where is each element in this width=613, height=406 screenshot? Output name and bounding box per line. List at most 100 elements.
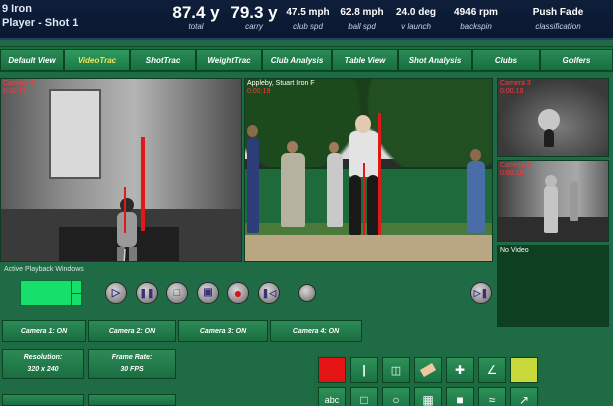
arrow-icon: ↗ (518, 393, 530, 406)
stats-bar: 9 Iron Player - Shot 1 87.4 y total 79.3… (0, 0, 613, 40)
text-tool[interactable]: abc (318, 387, 346, 406)
video-pane-empty[interactable]: No Video (497, 245, 609, 327)
camera-3-status[interactable]: Camera 3: ON (178, 320, 268, 342)
stat-club-speed-label: club spd (293, 22, 323, 31)
camera-4-status[interactable]: Camera 4: ON (270, 320, 362, 342)
tab-videotrac[interactable]: VideoTrac (64, 49, 130, 71)
text-tool-label: abc (324, 395, 340, 405)
playback-window-selector[interactable] (20, 280, 83, 307)
angle-icon: ∠ (486, 363, 498, 377)
pane-caption: Camera 3 0:00.19 (500, 80, 531, 96)
tab-shottrac[interactable]: ShotTrac (130, 49, 196, 71)
swing-plane-line (141, 137, 145, 231)
stat-total-label: total (188, 22, 204, 31)
tab-weighttrac[interactable]: WeightTrac (196, 49, 262, 71)
rewind-button[interactable]: ❚◁ (258, 282, 280, 304)
trash-icon: ◫ (390, 364, 402, 377)
camera-2-status[interactable]: Camera 2: ON (88, 320, 176, 342)
resolution-value: 320 x 240 (27, 366, 59, 373)
golfer-side-head (545, 175, 557, 187)
line-tool[interactable]: | (350, 357, 378, 383)
color-red-swatch[interactable] (318, 357, 346, 383)
stat-club-speed: 47.5 mph club spd (284, 4, 332, 31)
disk-icon: ▣ (203, 287, 213, 298)
stat-ball-speed: 62.8 mph ball spd (338, 4, 386, 31)
trash-tool[interactable]: ◫ (382, 357, 410, 383)
resolution-title: Resolution: (23, 354, 63, 361)
stop-icon: □ (173, 286, 181, 299)
grid-tool[interactable]: ▦ (414, 387, 442, 406)
next-button[interactable]: ▷❚ (470, 282, 492, 304)
marker-button[interactable] (298, 284, 316, 302)
circle-tool[interactable]: ○ (382, 387, 410, 406)
tab-clubs[interactable]: Clubs (472, 49, 540, 71)
stat-ball-speed-value: 62.8 mph (340, 7, 384, 18)
curve-icon: ≈ (488, 393, 496, 406)
pane-title: Camera 4 (3, 80, 34, 87)
tab-default-view[interactable]: Default View (0, 49, 64, 71)
pause-button[interactable]: ❚❚ (136, 282, 158, 304)
next-icon: ▷❚ (473, 287, 489, 298)
crosshair-icon: ✚ (454, 363, 466, 377)
selector-divider (71, 281, 72, 307)
extra-setting-1[interactable] (2, 394, 84, 406)
fill-icon: ■ (456, 393, 464, 406)
rewind-icon: ❚◁ (261, 287, 277, 298)
club-name: 9 Iron (2, 3, 32, 15)
stat-club-speed-value: 47.5 mph (286, 7, 330, 18)
spectator-3 (327, 153, 343, 227)
line-icon: | (362, 363, 366, 377)
stat-classification-value: Push Fade (532, 7, 584, 18)
golfer-leg-left (349, 175, 361, 235)
tab-club-analysis[interactable]: Club Analysis (262, 49, 332, 71)
video-pane-camera-1[interactable]: Camera 1 0:00.19 (497, 160, 609, 242)
video-pane-main[interactable]: Appleby, Stuart Iron F 0:00.19 (244, 78, 493, 262)
stat-launch-label: v launch (401, 22, 431, 31)
spectator-left-head (247, 125, 258, 137)
shot-info: 9 Iron Player - Shot 1 (2, 2, 78, 30)
tab-table-view[interactable]: Table View (332, 49, 398, 71)
camera-1-status[interactable]: Camera 1: ON (2, 320, 86, 342)
drawing-toolbar: | ◫ ✚ ∠ abc □ ○ ▦ ■ ≈ ↗ (314, 355, 540, 406)
video-pane-camera-4[interactable]: Camera 4 0:00.19 (0, 78, 242, 262)
circle-icon: ○ (392, 393, 400, 406)
play-button[interactable]: ▷ (105, 282, 127, 304)
record-button[interactable]: ● (227, 282, 249, 304)
pane-title: Camera 1 (500, 162, 531, 169)
stat-carry-label: carry (245, 22, 263, 31)
tab-shot-analysis[interactable]: Shot Analysis (398, 49, 472, 71)
stat-launch: 24.0 deg v launch (392, 4, 440, 31)
stop-button[interactable]: □ (166, 282, 188, 304)
pane-caption: Camera 1 0:00.19 (500, 162, 531, 178)
save-button[interactable]: ▣ (197, 282, 219, 304)
arrow-tool[interactable]: ↗ (510, 387, 538, 406)
stat-classification: Push Fade classification (522, 4, 594, 31)
video-pane-camera-3[interactable]: Camera 3 0:00.19 (497, 78, 609, 157)
stat-total-value: 87.4 y (172, 3, 220, 22)
frame-rate-title: Frame Rate: (111, 354, 153, 361)
frame-rate-setting[interactable]: Frame Rate: 30 FPS (88, 349, 176, 379)
tab-golfers[interactable]: Golfers (540, 49, 613, 71)
stat-carry: 79.3 y carry (226, 4, 282, 32)
eraser-tool[interactable] (414, 357, 442, 383)
stat-total: 87.4 y total (168, 3, 224, 32)
stat-backspin-label: backspin (460, 22, 492, 31)
shaft-line (124, 187, 126, 233)
angle-tool[interactable]: ∠ (478, 357, 506, 383)
curve-tool[interactable]: ≈ (478, 387, 506, 406)
record-icon: ● (233, 285, 243, 301)
selector-divider (71, 293, 83, 294)
golfer-overhead-body (544, 129, 554, 147)
bystander-side (570, 181, 578, 221)
rectangle-tool[interactable]: □ (350, 387, 378, 406)
spectator-2-head (287, 141, 298, 153)
pane-title: Camera 3 (500, 80, 531, 87)
extra-setting-2[interactable] (88, 394, 176, 406)
move-tool[interactable]: ✚ (446, 357, 474, 383)
resolution-setting[interactable]: Resolution: 320 x 240 (2, 349, 84, 379)
golfer-side (544, 185, 558, 233)
color-yellow-swatch[interactable] (510, 357, 538, 383)
scene-window (49, 89, 101, 179)
tab-bar: Default View VideoTrac ShotTrac WeightTr… (0, 46, 613, 72)
fill-tool[interactable]: ■ (446, 387, 474, 406)
